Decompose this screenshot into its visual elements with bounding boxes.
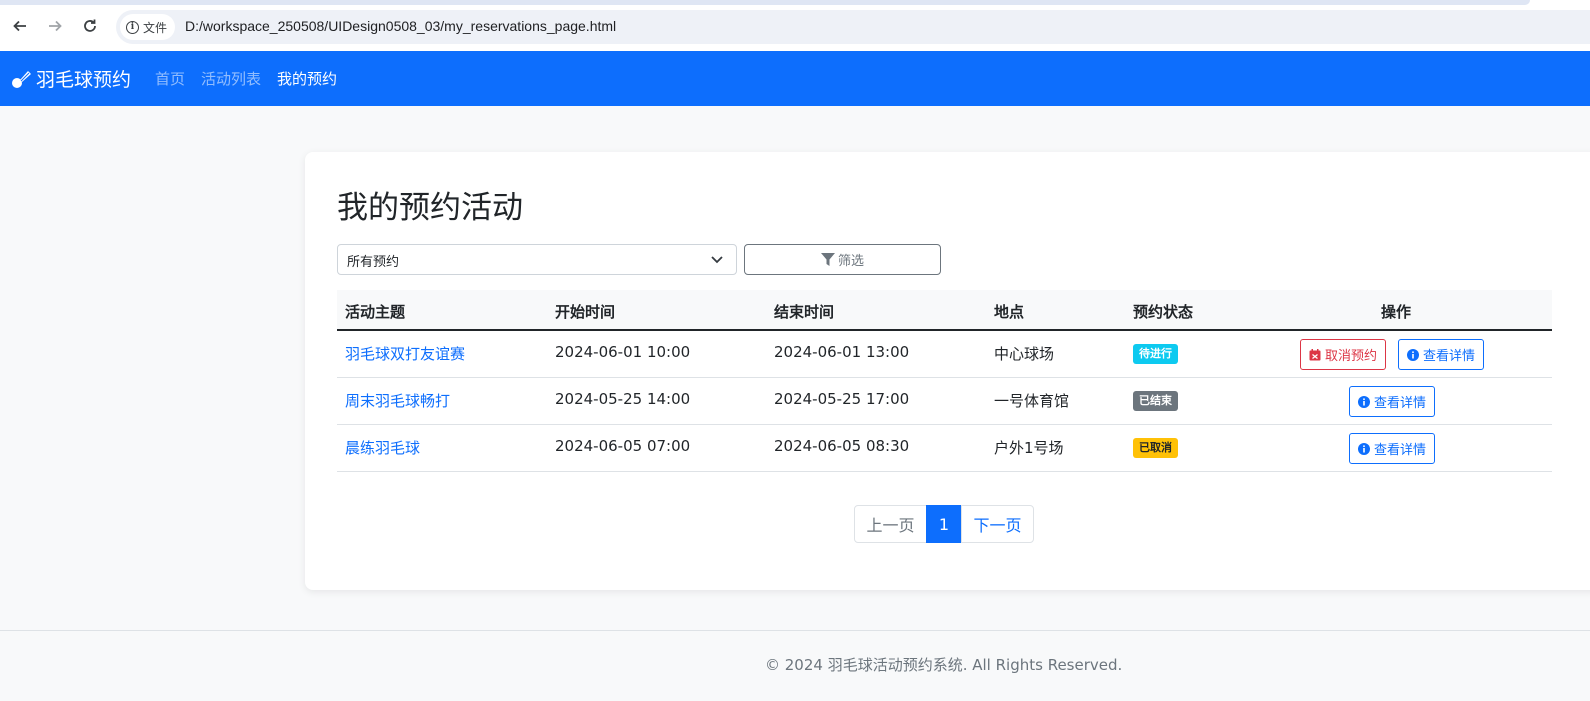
- reservations-card: 我的预约活动 所有预约 筛选 活动主题 开始时间 结束时间 地点 预约状态 操作…: [305, 152, 1590, 590]
- chevron-down-icon: [711, 256, 723, 264]
- cancel-reservation-button[interactable]: 取消预约: [1300, 339, 1387, 370]
- header-status: 预约状态: [1133, 303, 1194, 321]
- location: 一号体育馆: [994, 392, 1070, 410]
- info-circle-icon: [1358, 442, 1370, 455]
- table-row: 周末羽毛球畅打 2024-05-25 14:00 2024-05-25 17:0…: [337, 378, 1552, 425]
- info-circle-icon: [1358, 395, 1370, 408]
- start-time: 2024-05-25 14:00: [555, 390, 691, 408]
- address-bar[interactable]: i 文件 D:/workspace_250508/UIDesign0508_03…: [116, 10, 1590, 44]
- tab-strip: [0, 0, 1530, 5]
- view-details-button[interactable]: 查看详情: [1349, 386, 1436, 417]
- cancel-reservation-label: 取消预约: [1325, 349, 1378, 364]
- reload-icon: [84, 19, 96, 32]
- navbar: 羽毛球预约 首页 活动列表 我的预约: [0, 51, 1590, 106]
- status-filter-value: 所有预约: [347, 255, 400, 270]
- view-details-label: 查看详情: [1374, 443, 1427, 458]
- arrow-left-icon: [13, 20, 26, 32]
- url-text[interactable]: D:/workspace_250508/UIDesign0508_03/my_r…: [185, 18, 616, 34]
- info-icon: i: [126, 20, 139, 34]
- info-circle-icon: [1407, 348, 1419, 361]
- header-topic: 活动主题: [345, 303, 406, 321]
- prev-page-button[interactable]: 上一页: [854, 505, 927, 543]
- site-info-label: 文件: [143, 20, 168, 35]
- nav-link-home[interactable]: 首页: [155, 68, 185, 89]
- brand-label: 羽毛球预约: [36, 69, 132, 91]
- site-info-chip[interactable]: i 文件: [120, 14, 176, 40]
- header-location: 地点: [994, 303, 1025, 321]
- calendar-x-icon: [1309, 348, 1321, 360]
- table-row: 晨练羽毛球 2024-06-05 07:00 2024-06-05 08:30 …: [337, 425, 1552, 472]
- arrow-right-icon: [49, 20, 62, 32]
- status-badge: 待进行: [1133, 344, 1178, 364]
- page-title: 我的预约活动: [337, 190, 523, 226]
- filter-button[interactable]: 筛选: [744, 244, 941, 275]
- funnel-icon: [820, 253, 835, 266]
- activity-topic-link[interactable]: 羽毛球双打友谊赛: [345, 343, 465, 364]
- nav-link-my-reservations[interactable]: 我的预约: [277, 68, 337, 89]
- back-button[interactable]: [9, 15, 31, 37]
- view-details-label: 查看详情: [1423, 349, 1476, 364]
- nav-link-activities[interactable]: 活动列表: [201, 68, 261, 89]
- browser-toolbar: i 文件 D:/workspace_250508/UIDesign0508_03…: [0, 0, 1590, 51]
- location: 户外1号场: [994, 439, 1064, 457]
- activity-topic-link[interactable]: 周末羽毛球畅打: [345, 390, 450, 411]
- start-time: 2024-06-05 07:00: [555, 437, 691, 455]
- filter-button-label: 筛选: [837, 254, 864, 269]
- location: 中心球场: [994, 345, 1055, 363]
- view-details-button[interactable]: 查看详情: [1398, 339, 1485, 370]
- pagination: 上一页 1 下一页: [854, 505, 1034, 543]
- status-badge: 已结束: [1133, 391, 1178, 411]
- activity-topic-link[interactable]: 晨练羽毛球: [345, 437, 420, 458]
- end-time: 2024-06-01 13:00: [774, 343, 910, 361]
- reload-button[interactable]: [79, 15, 101, 37]
- footer: © 2024 羽毛球活动预约系统. All Rights Reserved.: [0, 630, 1590, 701]
- table-row: 羽毛球双打友谊赛 2024-06-01 10:00 2024-06-01 13:…: [337, 331, 1552, 378]
- start-time: 2024-06-01 10:00: [555, 343, 691, 361]
- page-1-button[interactable]: 1: [926, 505, 962, 543]
- forward-button[interactable]: [44, 15, 66, 37]
- status-badge: 已取消: [1133, 438, 1178, 458]
- header-start: 开始时间: [555, 303, 616, 321]
- view-details-button[interactable]: 查看详情: [1349, 433, 1436, 464]
- view-details-label: 查看详情: [1374, 396, 1427, 411]
- status-filter-select[interactable]: 所有预约: [337, 244, 737, 275]
- shuttlecock-icon: [12, 70, 31, 88]
- reservations-table: 活动主题 开始时间 结束时间 地点 预约状态 操作 羽毛球双打友谊赛 2024-…: [337, 290, 1552, 472]
- end-time: 2024-05-25 17:00: [774, 390, 910, 408]
- brand[interactable]: 羽毛球预约: [10, 65, 131, 92]
- end-time: 2024-06-05 08:30: [774, 437, 910, 455]
- header-actions: 操作: [1381, 303, 1412, 321]
- header-end: 结束时间: [774, 303, 835, 321]
- copyright-text: © 2024 羽毛球活动预约系统. All Rights Reserved.: [765, 656, 1123, 674]
- table-header: 活动主题 开始时间 结束时间 地点 预约状态 操作: [337, 290, 1552, 331]
- next-page-button[interactable]: 下一页: [961, 505, 1034, 543]
